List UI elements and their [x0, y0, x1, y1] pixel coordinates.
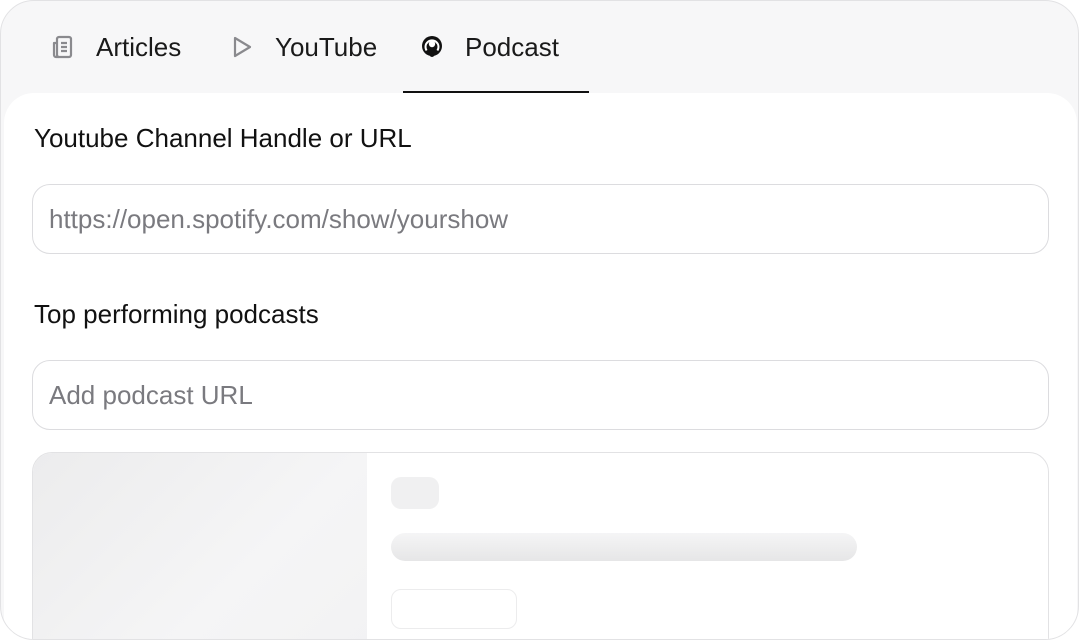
tab-articles[interactable]: Articles — [50, 1, 181, 93]
top-podcasts-label: Top performing podcasts — [34, 299, 319, 329]
channel-url-input[interactable] — [32, 184, 1049, 254]
skeleton-badge — [391, 477, 439, 509]
tab-podcast[interactable]: Podcast — [419, 1, 559, 93]
channel-label: Youtube Channel Handle or URL — [34, 123, 412, 153]
skeleton-button — [391, 589, 517, 629]
form-panel: Youtube Channel Handle or URL Top perfor… — [4, 93, 1077, 639]
podcast-url-input[interactable] — [32, 360, 1049, 430]
tab-podcast-label: Podcast — [465, 31, 559, 62]
tab-articles-label: Articles — [96, 31, 182, 62]
tab-youtube[interactable]: YouTube — [229, 1, 377, 93]
podcast-icon — [419, 34, 445, 60]
podcast-thumbnail-placeholder — [33, 453, 367, 639]
articles-icon — [50, 34, 76, 60]
tab-bar: Articles YouTube Podcast — [1, 1, 1078, 93]
play-icon — [229, 34, 255, 60]
podcast-card-skeleton — [32, 452, 1049, 639]
skeleton-title — [391, 533, 857, 561]
app-frame: Articles YouTube Podcast Youtube Channel… — [0, 0, 1079, 640]
tab-youtube-label: YouTube — [275, 31, 378, 62]
